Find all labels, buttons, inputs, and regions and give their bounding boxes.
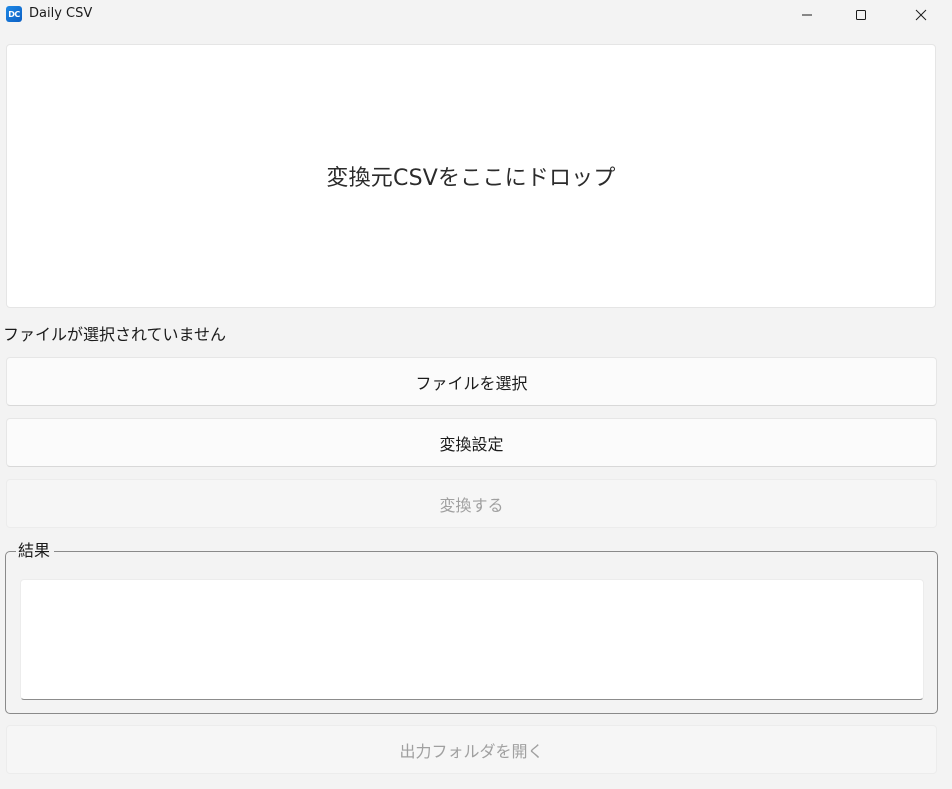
select-file-button[interactable]: ファイルを選択	[6, 357, 937, 406]
convert-settings-button[interactable]: 変換設定	[6, 418, 937, 467]
window-title: Daily CSV	[29, 6, 93, 21]
convert-button[interactable]: 変換する	[6, 479, 937, 528]
open-output-folder-button[interactable]: 出力フォルダを開く	[6, 725, 937, 774]
minimize-button[interactable]	[784, 0, 830, 30]
app-logo-icon: DC	[6, 6, 22, 22]
csv-drop-zone[interactable]: 変換元CSVをここにドロップ	[6, 44, 936, 308]
close-button[interactable]	[898, 0, 944, 30]
close-icon	[915, 9, 927, 21]
app-logo-text: DC	[8, 9, 20, 19]
maximize-button[interactable]	[838, 0, 884, 30]
selected-file-status: ファイルが選択されていません	[3, 325, 227, 344]
result-group-label: 結果	[16, 540, 55, 562]
result-group: 結果	[5, 540, 938, 714]
minimize-icon	[802, 14, 812, 16]
result-text-area[interactable]	[20, 579, 924, 700]
title-bar: DC Daily CSV	[0, 0, 952, 30]
drop-zone-label: 変換元CSVをここにドロップ	[326, 166, 616, 191]
maximize-icon	[856, 10, 866, 20]
app-window: DC Daily CSV 変換元CSVをここにドロップ ファイルが選択されていま…	[0, 0, 952, 789]
